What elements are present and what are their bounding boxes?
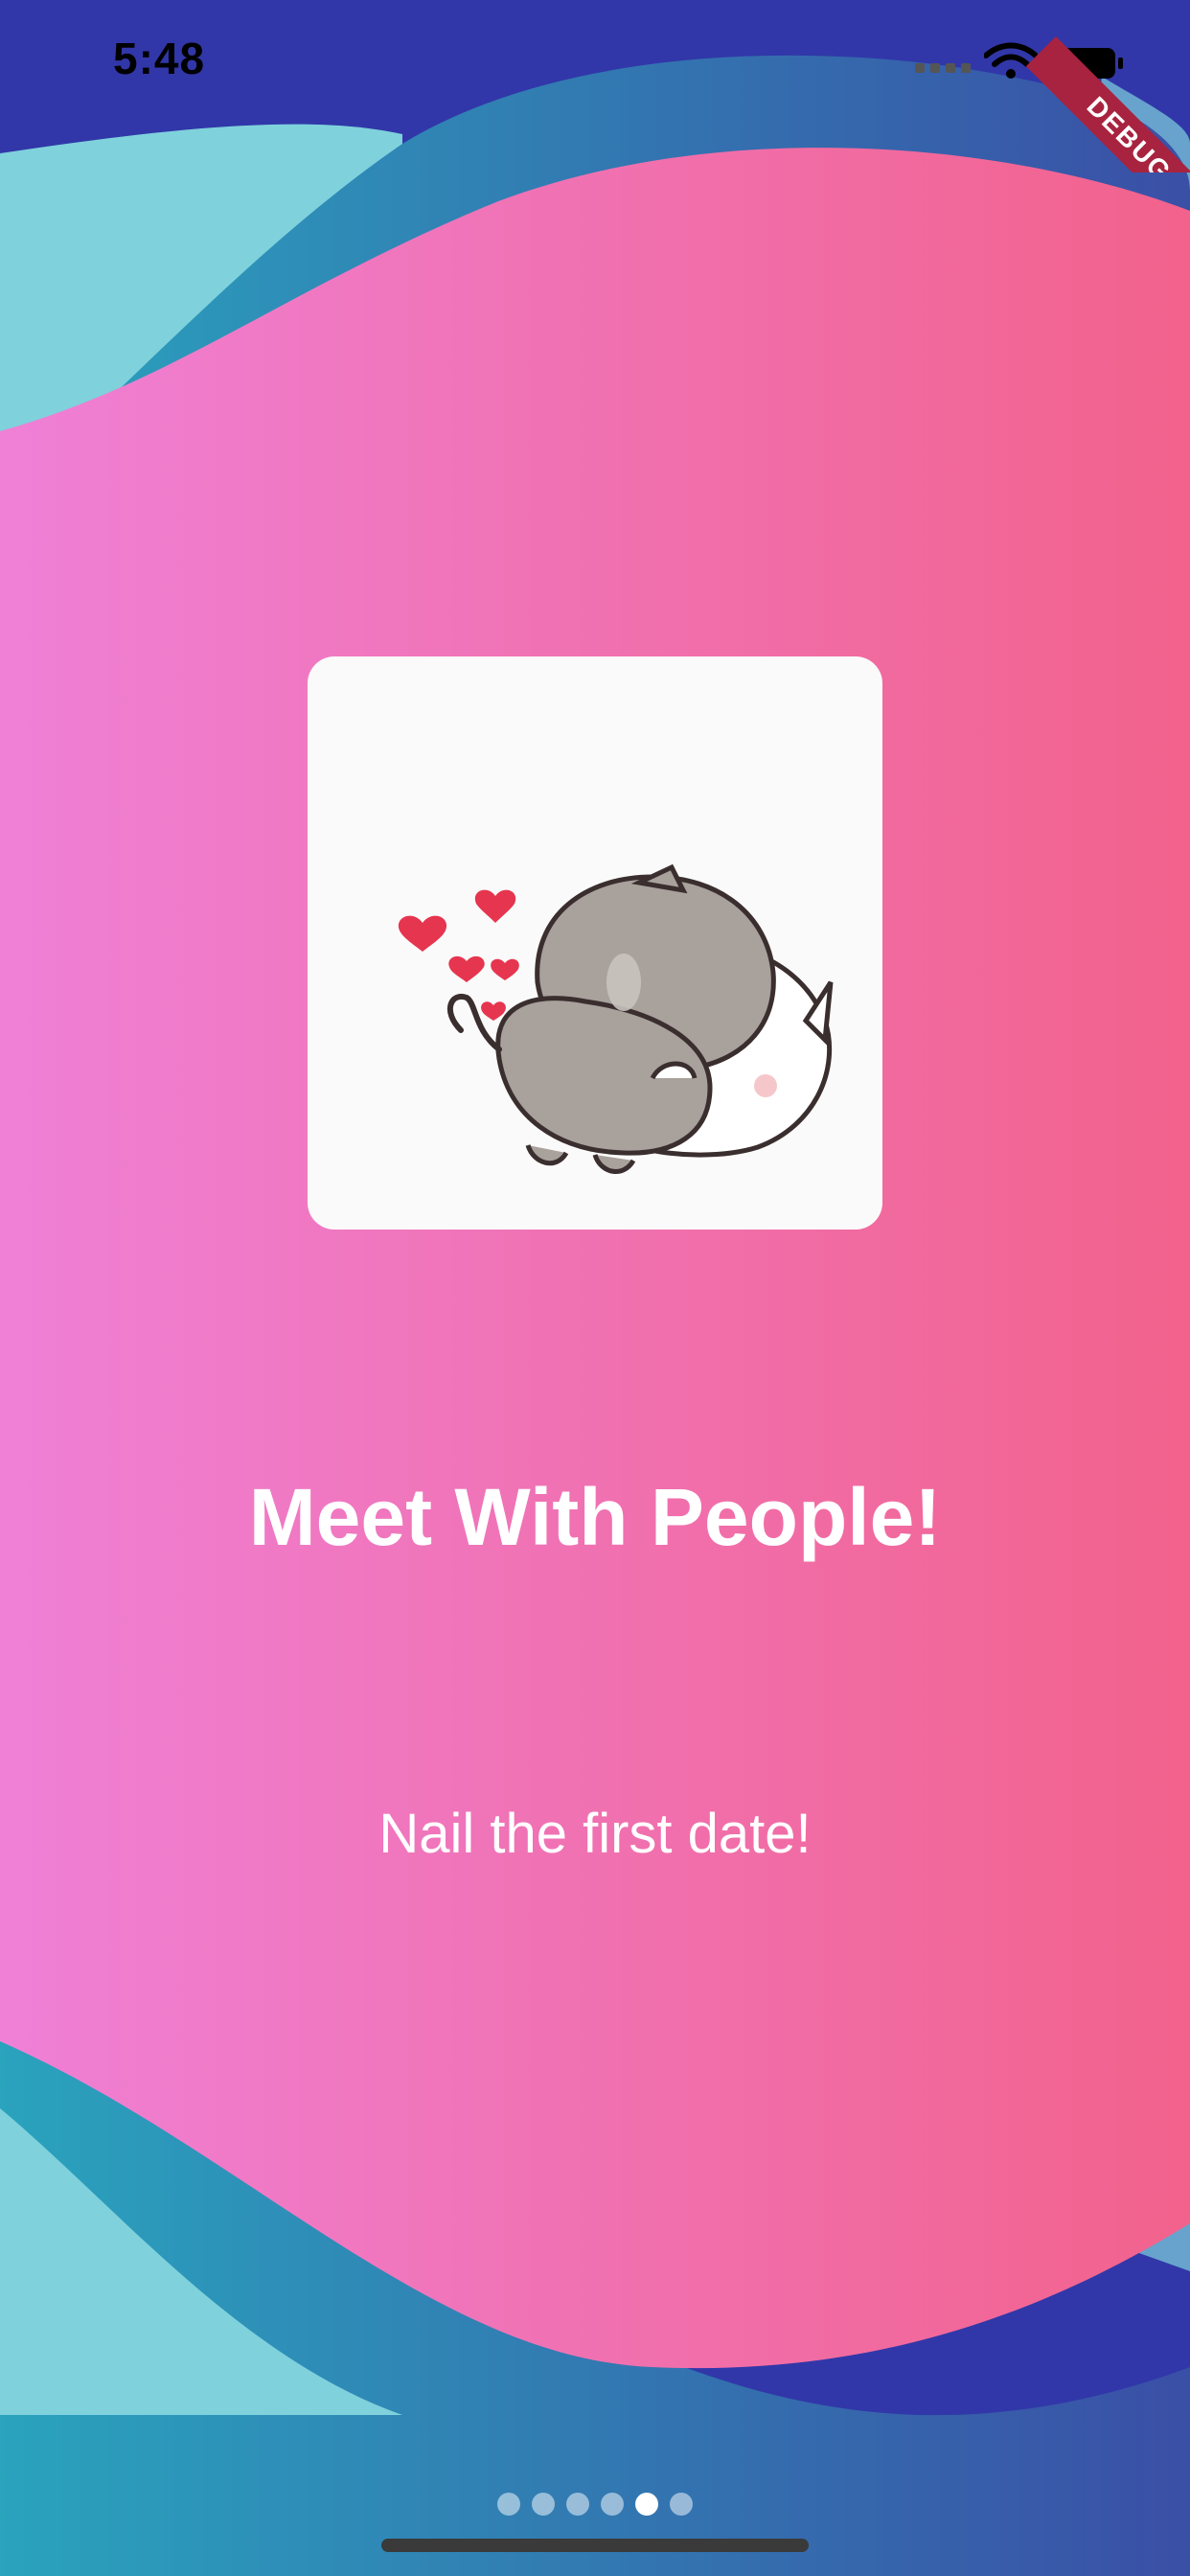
home-indicator[interactable] xyxy=(381,2539,809,2552)
status-time: 5:48 xyxy=(113,34,206,83)
page-dot-5-active[interactable] xyxy=(635,2493,658,2516)
page-dot-6[interactable] xyxy=(670,2493,693,2516)
cellular-signal-icon xyxy=(915,63,971,73)
page-dot-1[interactable] xyxy=(497,2493,520,2516)
onboarding-title: Meet With People! xyxy=(248,1472,942,1562)
onboarding-screen: 5:48 DEBUG Meet With People! Nail the fi… xyxy=(0,0,1190,2576)
background-waves xyxy=(0,0,1190,2576)
onboarding-subtitle: Nail the first date! xyxy=(378,1803,812,1865)
illustration-card xyxy=(308,656,882,1230)
page-dot-3[interactable] xyxy=(566,2493,589,2516)
hearts-icon xyxy=(398,889,519,1021)
hugging-cats-illustration xyxy=(398,863,834,1174)
debug-banner: DEBUG xyxy=(1018,0,1190,172)
page-dot-2[interactable] xyxy=(532,2493,555,2516)
page-indicator[interactable] xyxy=(0,2493,1190,2516)
page-dot-4[interactable] xyxy=(601,2493,624,2516)
status-bar: 5:48 xyxy=(0,0,1190,134)
debug-label: DEBUG xyxy=(1025,36,1190,172)
